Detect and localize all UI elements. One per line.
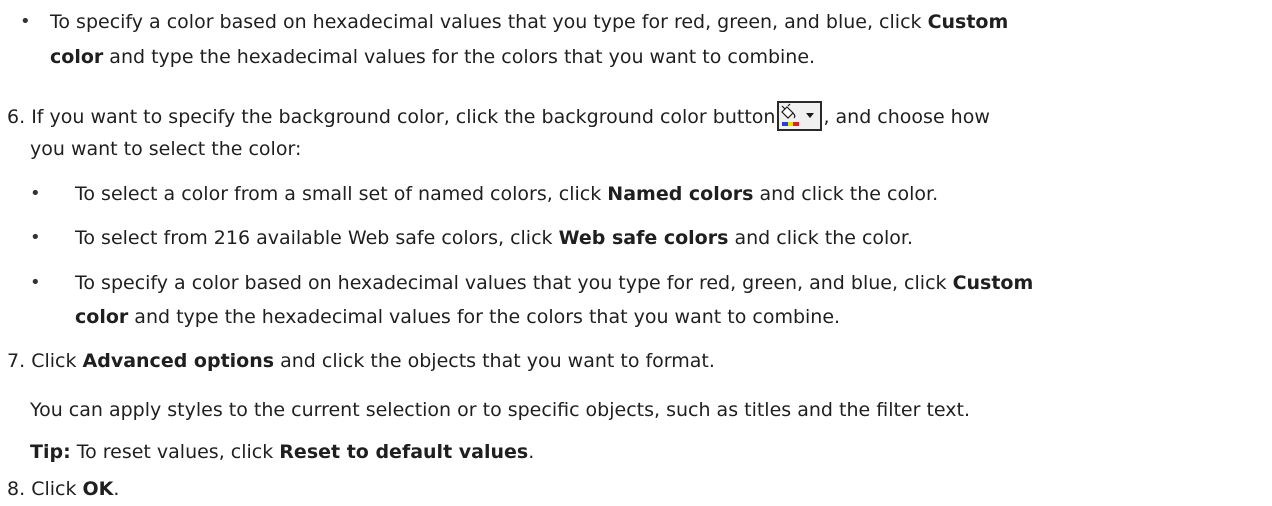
bullet-marker: • bbox=[30, 227, 41, 248]
custom-color-bullet-line2: color and type the hexadecimal values fo… bbox=[75, 306, 841, 328]
step-7-line: 7. Click Advanced options and click the … bbox=[7, 350, 715, 372]
tip-label: Tip: bbox=[30, 441, 71, 463]
background-color-button[interactable] bbox=[777, 101, 823, 131]
custom-color-bullet-line2: color and type the hexadecimal values fo… bbox=[50, 46, 816, 68]
custom-color-bullet-line1: To specify a color based on hexadecimal … bbox=[50, 11, 1009, 33]
tip-note: Tip: To reset values, click Reset to def… bbox=[30, 441, 535, 463]
named-colors-bullet: To select a color from a small set of na… bbox=[75, 183, 939, 205]
step-6-line2: you want to select the color: bbox=[30, 138, 302, 160]
bullet-marker: • bbox=[30, 183, 41, 204]
bullet-marker: • bbox=[30, 272, 41, 293]
step-8-line: 8. Click OK. bbox=[7, 478, 120, 500]
step-number: 8. bbox=[7, 478, 26, 500]
custom-color-bullet-line1: To specify a color based on hexadecimal … bbox=[75, 272, 1034, 294]
background-color-dropdown-icon bbox=[781, 103, 815, 126]
step-7-paragraph: You can apply styles to the current sele… bbox=[30, 399, 970, 421]
step-number: 6. bbox=[7, 106, 26, 128]
step-6-line1: 6. If you want to specify the background… bbox=[7, 101, 990, 131]
web-safe-colors-bullet: To select from 216 available Web safe co… bbox=[75, 227, 914, 249]
step-number: 7. bbox=[7, 350, 26, 372]
bullet-marker: • bbox=[20, 11, 31, 32]
